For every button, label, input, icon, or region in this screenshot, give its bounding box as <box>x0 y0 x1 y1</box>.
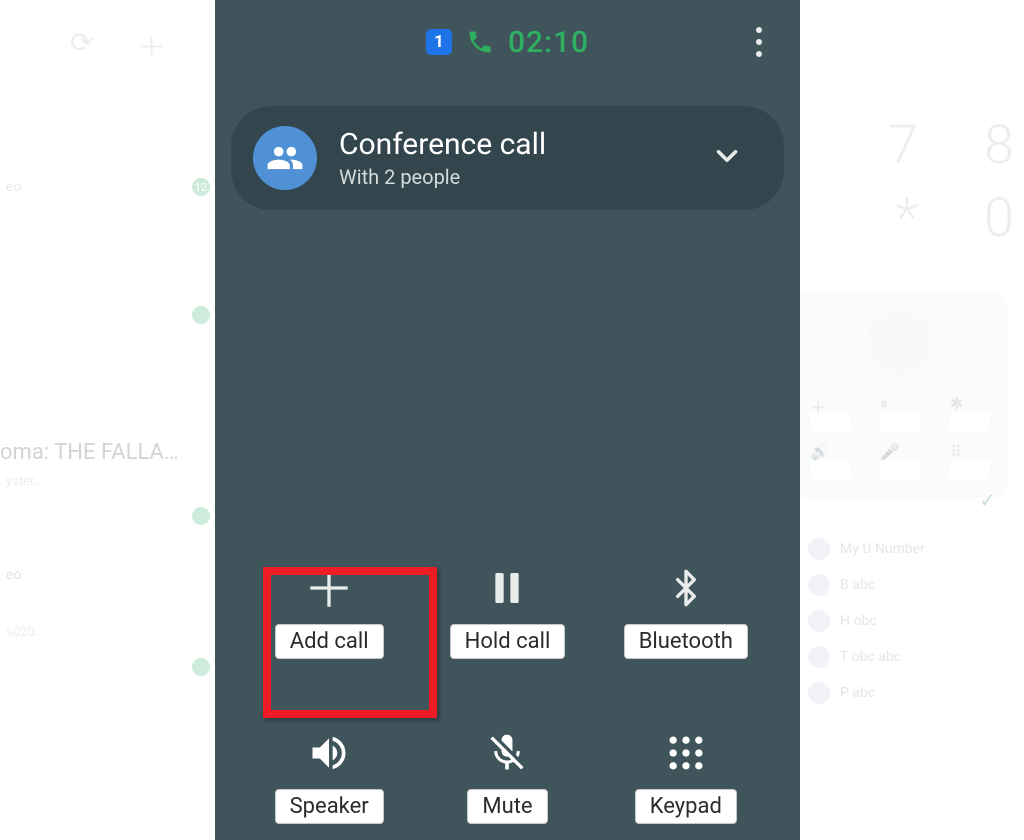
hold-call-button[interactable]: Hold call <box>434 558 582 667</box>
call-subtitle: With 2 people <box>339 165 678 189</box>
status-bar: 1 02:10 <box>215 0 800 84</box>
keypad-button[interactable]: Keypad <box>619 723 753 832</box>
hold-call-label: Hold call <box>450 624 566 659</box>
dialpad-icon <box>664 731 708 775</box>
background-contacts-list: My U Number B abc H obc T obc abc P abc <box>808 524 1008 718</box>
mute-button[interactable]: Mute <box>451 723 563 832</box>
more-options-button[interactable] <box>756 0 762 84</box>
call-title: Conference call <box>339 128 678 161</box>
add-call-label: Add call <box>275 624 384 659</box>
sim-badge: 1 <box>426 29 452 55</box>
bluetooth-label: Bluetooth <box>624 624 748 659</box>
speaker-icon <box>305 731 353 775</box>
bluetooth-icon <box>666 566 706 610</box>
background-left-list: eo12 oma: THE FALLA… yster… eo s020… <box>0 160 210 718</box>
add-call-button[interactable]: Add call <box>259 558 400 667</box>
mic-off-icon <box>485 731 529 775</box>
call-actions-grid: Add call Hold call Bluetooth <box>215 558 800 840</box>
keypad-label: Keypad <box>635 789 737 824</box>
phone-icon <box>466 28 494 56</box>
background-mini-call-panel: ＋ ⏸ ✱ 🔊 🎤 ⠿ <box>792 292 1008 498</box>
speaker-label: Speaker <box>275 789 384 824</box>
background-dialpad-digits: 7 8 * 0 <box>888 110 1014 256</box>
expand-call-chevron-icon[interactable] <box>700 129 754 187</box>
checkmark-icon: ✓ <box>979 488 996 512</box>
call-info-card[interactable]: Conference call With 2 people <box>231 106 784 210</box>
bluetooth-button[interactable]: Bluetooth <box>608 558 764 667</box>
refresh-icon: ⟳ <box>70 26 93 66</box>
group-icon <box>253 126 317 190</box>
plus-icon <box>304 566 354 610</box>
pause-icon <box>487 566 527 610</box>
incall-screen: 1 02:10 Conference call With 2 people <box>215 0 800 840</box>
call-timer: 02:10 <box>508 25 589 60</box>
mute-label: Mute <box>467 789 547 824</box>
speaker-button[interactable]: Speaker <box>259 723 400 832</box>
plus-icon: ＋ <box>137 26 165 66</box>
